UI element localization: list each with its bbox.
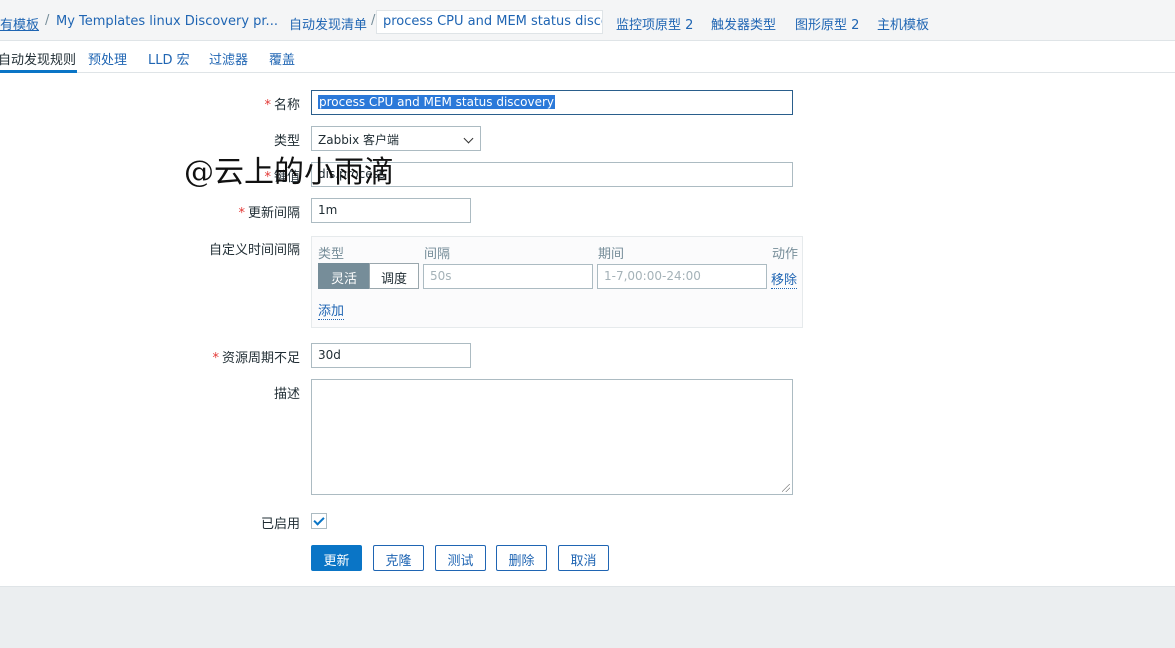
breadcrumb-discovery-list[interactable]: 自动发现清单 xyxy=(289,14,367,33)
col-action-header: 动作 xyxy=(772,247,799,262)
lifetime-label-text: 资源周期不足 xyxy=(221,351,300,366)
cancel-button[interactable]: 取消 xyxy=(558,545,609,571)
remove-link[interactable]: 移除 xyxy=(771,269,798,289)
delete-button[interactable]: 删除 xyxy=(496,545,547,571)
name-input-value: process CPU and MEM status discovery xyxy=(318,95,555,109)
required-mark: * xyxy=(238,206,245,221)
custom-intervals-table: 类型 间隔 期间 动作 灵活 调度 50s 1-7,00:00-24:00 移除… xyxy=(311,236,803,328)
tab-filters[interactable]: 过滤器 xyxy=(209,49,248,68)
update-interval-label: * 更新间隔 xyxy=(0,202,300,221)
interval-input[interactable]: 50s xyxy=(423,264,593,289)
required-mark: * xyxy=(264,98,271,113)
breadcrumb-current-rule[interactable]: process CPU and MEM status disco... xyxy=(376,10,603,34)
flexible-toggle[interactable]: 灵活 xyxy=(318,263,370,289)
breadcrumb-separator: / xyxy=(371,13,376,28)
breadcrumb: 有模板 / My Templates linux Discovery pr...… xyxy=(0,0,1175,41)
col-type-header: 类型 xyxy=(318,247,345,262)
breadcrumb-host-templates[interactable]: 主机模板 xyxy=(877,14,929,33)
tab-lld-macros[interactable]: LLD 宏 xyxy=(148,49,190,68)
required-mark: * xyxy=(212,351,219,366)
custom-intervals-label-text: 自定义时间间隔 xyxy=(208,243,300,258)
description-label: 描述 xyxy=(0,383,300,402)
breadcrumb-separator: / xyxy=(45,13,50,28)
description-textarea[interactable] xyxy=(311,379,793,495)
type-select-value: Zabbix 客户端 xyxy=(318,133,400,147)
checkmark-icon xyxy=(313,514,325,526)
clone-button[interactable]: 克隆 xyxy=(373,545,424,571)
resize-handle-icon[interactable] xyxy=(782,484,790,492)
test-button[interactable]: 测试 xyxy=(435,545,486,571)
update-button[interactable]: 更新 xyxy=(311,545,362,571)
period-placeholder: 1-7,00:00-24:00 xyxy=(604,269,701,283)
custom-intervals-label: 自定义时间间隔 xyxy=(0,239,300,258)
add-link[interactable]: 添加 xyxy=(318,300,345,320)
enabled-checkbox[interactable] xyxy=(311,513,327,529)
breadcrumb-trigger-prototypes[interactable]: 触发器类型 xyxy=(711,14,776,33)
col-period-header: 期间 xyxy=(598,247,625,262)
breadcrumb-graph-prototypes[interactable]: 图形原型 2 xyxy=(795,14,859,33)
update-interval-label-text: 更新间隔 xyxy=(247,206,300,221)
description-label-text: 描述 xyxy=(273,387,300,402)
breadcrumb-template[interactable]: My Templates linux Discovery pr... xyxy=(56,14,278,29)
lifetime-label: * 资源周期不足 xyxy=(0,347,300,366)
discovery-rule-form: * 名称 process CPU and MEM status discovery… xyxy=(0,73,1175,587)
tab-bar: 自动发现规则 预处理 LLD 宏 过滤器 覆盖 xyxy=(0,41,1175,73)
name-input[interactable]: process CPU and MEM status discovery xyxy=(311,90,793,115)
period-input[interactable]: 1-7,00:00-24:00 xyxy=(597,264,767,289)
name-label: * 名称 xyxy=(0,94,300,113)
update-interval-input[interactable]: 1m xyxy=(311,198,471,223)
breadcrumb-all-templates[interactable]: 有模板 xyxy=(0,14,39,33)
enabled-label-text: 已启用 xyxy=(260,517,300,532)
interval-placeholder: 50s xyxy=(430,269,452,283)
watermark-text: @云上的小雨滴 xyxy=(184,155,394,190)
page-footer-area xyxy=(0,588,1175,648)
tab-overrides[interactable]: 覆盖 xyxy=(269,49,295,68)
update-interval-value: 1m xyxy=(318,203,338,217)
tab-preprocessing[interactable]: 预处理 xyxy=(88,49,127,68)
breadcrumb-item-prototypes[interactable]: 监控项原型 2 xyxy=(616,14,693,33)
scheduling-toggle[interactable]: 调度 xyxy=(369,263,419,289)
chevron-down-icon xyxy=(463,133,474,144)
lifetime-input[interactable]: 30d xyxy=(311,343,471,368)
tab-discovery-rule[interactable]: 自动发现规则 xyxy=(0,49,76,68)
lifetime-value: 30d xyxy=(318,348,341,362)
enabled-label: 已启用 xyxy=(0,513,300,532)
col-interval-header: 间隔 xyxy=(424,247,451,262)
name-label-text: 名称 xyxy=(273,98,300,113)
